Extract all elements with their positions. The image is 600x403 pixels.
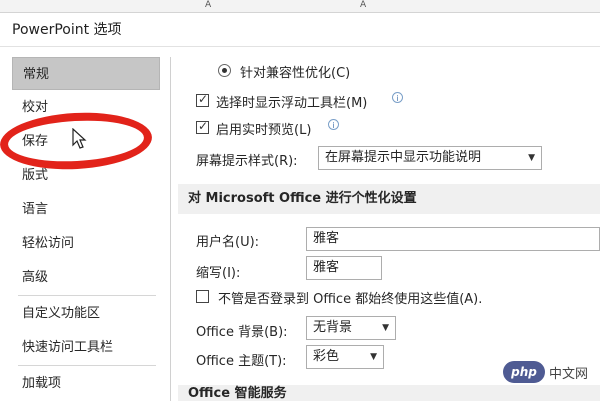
sidebar-item-quick-access-toolbar[interactable]: 快速访问工具栏 [12, 331, 160, 364]
always-use-label: 不管是否登录到 Office 都始终使用这些值(A). [218, 292, 483, 307]
initials-field[interactable]: 雅客 [306, 256, 382, 280]
ribbon-remnant: A A [0, 0, 600, 13]
username-field[interactable]: 雅客 [306, 227, 600, 251]
sidebar-separator [18, 295, 156, 296]
compat-radio-label: 针对兼容性优化(C) [240, 66, 351, 81]
screentip-select-value: 在屏幕提示中显示功能说明 [325, 150, 482, 165]
info-icon: i [392, 92, 403, 103]
watermark-text: 中文网 [548, 366, 588, 382]
mini-toolbar-checkbox[interactable]: ✓ [196, 92, 209, 107]
mouse-cursor-icon [72, 128, 87, 149]
php-logo: php [502, 361, 545, 383]
sidebar-separator [18, 365, 156, 366]
ribbon-glyph-a: A [205, 0, 212, 10]
sidebar-divider [170, 57, 171, 401]
username-label: 用户名(U): [196, 235, 260, 250]
sidebar-item-add-ins[interactable]: 加载项 [12, 367, 160, 400]
chevron-down-icon: ▼ [528, 153, 535, 163]
background-select[interactable]: 无背景 ▼ [306, 316, 396, 340]
sidebar-item-customize-ribbon[interactable]: 自定义功能区 [12, 297, 160, 330]
section-header-personalize: 对 Microsoft Office 进行个性化设置 [178, 184, 600, 214]
screentip-select[interactable]: 在屏幕提示中显示功能说明 ▼ [318, 146, 542, 170]
initials-label: 缩写(I): [196, 266, 241, 281]
options-sidebar: 常规 校对 保存 版式 语言 轻松访问 高级 自定义功能区 快速访问工具栏 加载… [12, 57, 162, 401]
sidebar-item-accessibility[interactable]: 轻松访问 [12, 227, 160, 260]
live-preview-checkbox[interactable]: ✓ [196, 119, 209, 134]
info-icon: i [328, 119, 339, 130]
site-watermark: php 中文网 [502, 360, 588, 384]
sidebar-item-advanced[interactable]: 高级 [12, 261, 160, 294]
theme-select-value: 彩色 [313, 349, 340, 364]
screentip-label: 屏幕提示样式(R): [196, 154, 298, 169]
background-label: Office 背景(B): [196, 325, 288, 340]
dialog-title: PowerPoint 选项 [12, 22, 122, 38]
always-use-checkbox[interactable] [196, 290, 209, 303]
sidebar-item-language[interactable]: 语言 [12, 193, 160, 226]
background-select-value: 无背景 [313, 320, 353, 335]
section-header-intelligent-services: Office 智能服务 [178, 385, 600, 401]
mini-toolbar-label: 选择时显示浮动工具栏(M) [216, 96, 368, 111]
compat-radio[interactable] [218, 64, 231, 77]
chevron-down-icon: ▼ [382, 323, 389, 333]
sidebar-item-general[interactable]: 常规 [12, 57, 160, 90]
theme-select[interactable]: 彩色 ▼ [306, 345, 384, 369]
live-preview-label: 启用实时预览(L) [216, 123, 312, 138]
title-separator [0, 46, 600, 47]
chevron-down-icon: ▼ [370, 352, 377, 362]
theme-label: Office 主题(T): [196, 354, 287, 369]
ribbon-glyph-b: A [360, 0, 367, 10]
